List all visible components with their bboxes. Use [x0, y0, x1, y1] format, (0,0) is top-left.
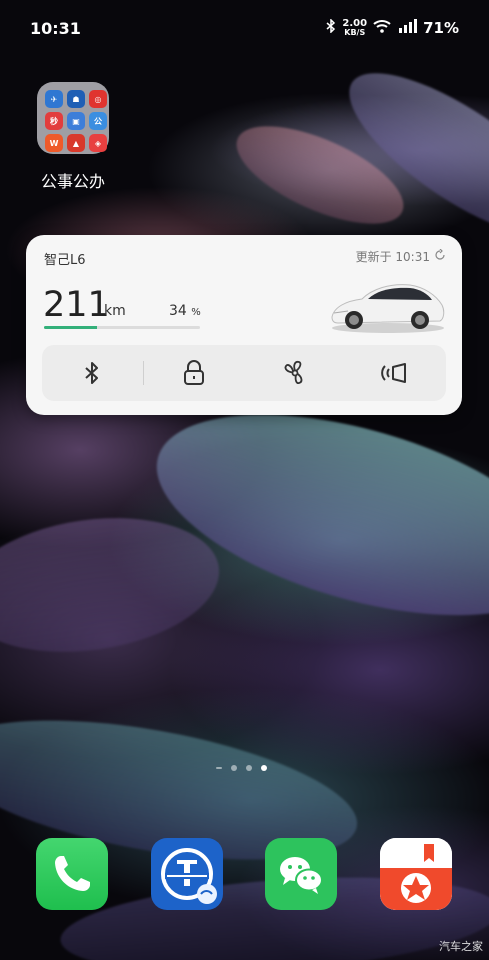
battery-percent-sign: % — [191, 307, 201, 318]
phone-app[interactable] — [36, 838, 108, 910]
tomato-book-icon — [380, 838, 452, 910]
folder-app-icon: 公 — [89, 112, 107, 130]
battery-bar-fill — [44, 326, 98, 329]
folder-app-icon: ◈ — [89, 134, 107, 152]
range-unit: km — [104, 303, 126, 319]
folder-app-icon: ◎ — [89, 90, 107, 108]
page-dot[interactable] — [231, 765, 237, 771]
folder-app-icon: ▣ — [67, 112, 85, 130]
bluetooth-icon — [85, 362, 99, 384]
update-time: 更新于 10:31 — [355, 250, 430, 264]
wifi-icon — [373, 19, 391, 37]
app-folder[interactable]: ✈ ☗ ◎ 秒 ▣ 公 W ▲ ◈ — [37, 82, 109, 154]
horn-button[interactable] — [345, 345, 446, 401]
watermark: 汽车之家 — [439, 940, 483, 953]
page-dot[interactable] — [246, 765, 252, 771]
folder-app-icon: W — [45, 134, 63, 152]
horn-icon — [380, 363, 406, 383]
wechat-app[interactable] — [265, 838, 337, 910]
page-indicator[interactable] — [216, 765, 267, 771]
wechat-icon — [280, 857, 323, 894]
refresh-icon[interactable] — [434, 248, 446, 264]
fan-icon — [284, 360, 303, 385]
cellular-signal-icon — [397, 19, 418, 37]
railway-logo-icon — [161, 848, 217, 904]
phone-icon — [55, 856, 90, 891]
car-widget[interactable]: 智己L6 更新于 10:31 211 km 34 % — [26, 235, 462, 415]
lock-icon — [184, 360, 205, 385]
car-image — [331, 284, 445, 333]
range-value: 211 — [43, 285, 110, 325]
folder-label: 公事公办 — [40, 172, 105, 191]
battery-bar — [44, 326, 200, 329]
status-icons: 2.00 KB/S 71% — [326, 18, 459, 37]
battery-percent-value: 34 — [169, 303, 187, 319]
page-dot-active[interactable] — [261, 765, 267, 771]
bluetooth-status-icon — [326, 18, 336, 37]
status-time: 10:31 — [30, 19, 81, 38]
car-controls — [42, 345, 446, 401]
page-dot[interactable] — [216, 767, 222, 769]
folder-app-icon: ✈ — [45, 90, 63, 108]
railway-12306-app[interactable] — [151, 838, 223, 910]
climate-button[interactable] — [245, 345, 346, 401]
tomato-novel-app[interactable] — [380, 838, 452, 910]
folder-app-icon: 秒 — [45, 112, 63, 130]
lock-button[interactable] — [144, 345, 245, 401]
car-name: 智己L6 — [44, 253, 86, 268]
dock — [0, 838, 489, 910]
network-speed-unit: KB/S — [344, 28, 366, 37]
update-status[interactable]: 更新于 10:31 — [356, 248, 446, 265]
network-speed: 2.00 KB/S — [342, 19, 367, 37]
battery-percent: 71% — [423, 19, 459, 37]
status-bar: 10:31 2.00 KB/S 71% — [0, 0, 489, 58]
bluetooth-key-button[interactable] — [42, 345, 143, 401]
wallpaper-feather — [0, 502, 228, 668]
folder-app-icon: ☗ — [67, 90, 85, 108]
folder-app-icon: ▲ — [67, 134, 85, 152]
battery-percent-widget: 34 % — [169, 303, 201, 319]
